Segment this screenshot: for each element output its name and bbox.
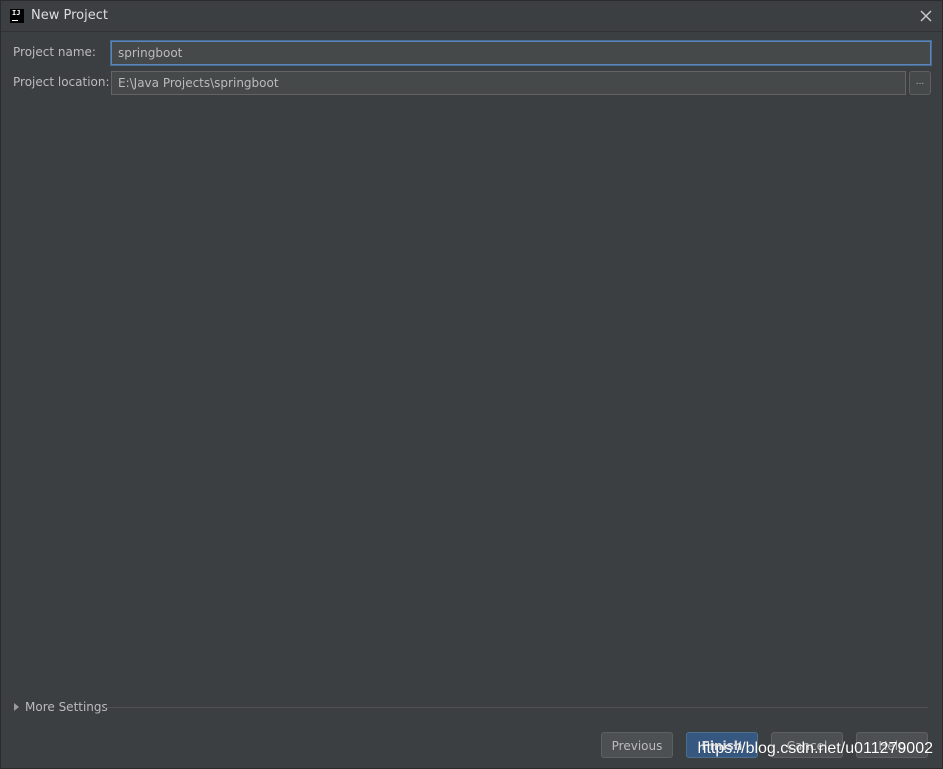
more-settings-divider [105,707,928,708]
triangle-right-icon [14,703,19,711]
project-location-input[interactable] [111,71,906,95]
project-location-label: Project location: [13,75,110,89]
title-bar: IJ New Project [1,1,942,32]
watermark-text: https://blog.csdn.net/u011279002 [697,740,933,757]
browse-button[interactable]: ... [909,71,931,95]
new-project-dialog: IJ New Project Project name: Project loc… [0,0,943,769]
project-name-input[interactable] [111,41,931,65]
more-settings-label: More Settings [25,700,108,714]
intellij-icon: IJ [10,9,24,23]
project-name-label: Project name: [13,45,96,59]
window-title: New Project [31,8,108,23]
previous-button[interactable]: Previous [601,732,673,758]
app-icon-text: IJ [12,9,21,17]
close-icon[interactable] [916,6,936,26]
